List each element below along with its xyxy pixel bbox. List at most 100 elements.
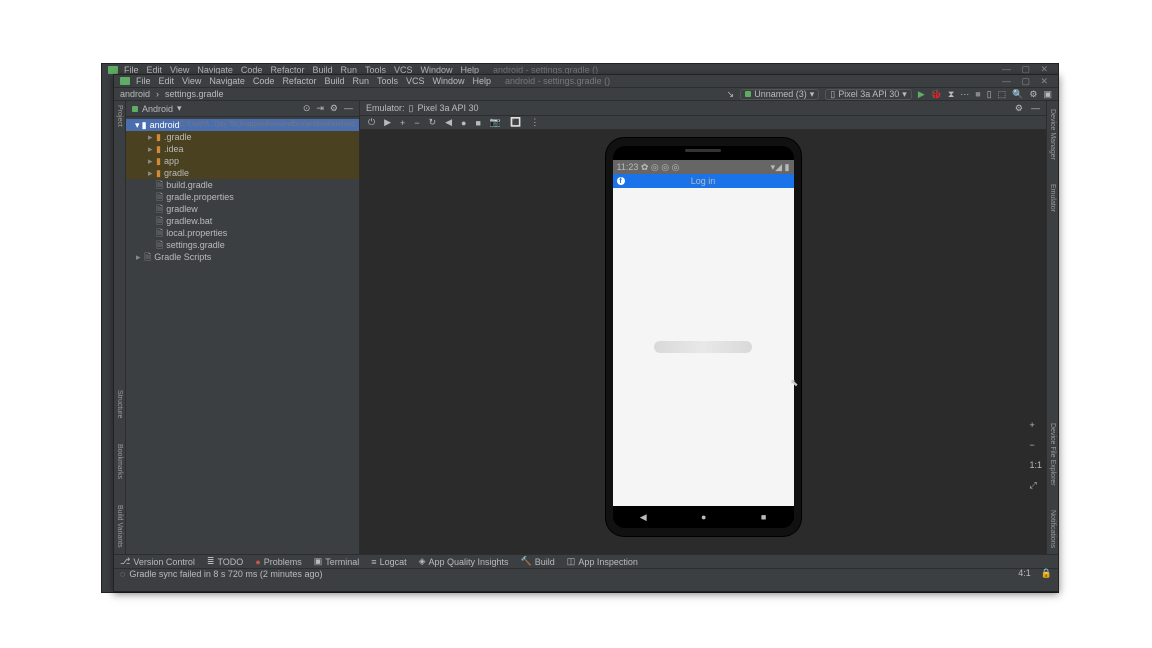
- tree-item-build-gradle[interactable]: 🗎build.gradle: [126, 179, 359, 191]
- emu-tool-0[interactable]: ⏻: [368, 117, 375, 128]
- tree-item-android[interactable]: ▾▮android C:\Users\...Day Tech\appsinfoo…: [126, 119, 359, 131]
- tree-item-Gradle-Scripts[interactable]: ▸🗎Gradle Scripts: [126, 251, 359, 263]
- menu-code[interactable]: Code: [253, 76, 275, 86]
- project-view-label[interactable]: Android: [142, 104, 173, 114]
- search-icon[interactable]: 🔍: [1012, 89, 1023, 100]
- bottom-tab-app-inspection[interactable]: ◫App Inspection: [567, 556, 638, 567]
- menu-vcs[interactable]: VCS: [406, 76, 425, 86]
- tree-item-gradle-properties[interactable]: 🗎gradle.properties: [126, 191, 359, 203]
- window-controls[interactable]: — ▢ ✕: [1002, 76, 1052, 87]
- emulator-tab[interactable]: Emulator: [1049, 184, 1056, 212]
- android-nav-bar[interactable]: ◀ ● ■: [613, 506, 794, 528]
- device-label: Pixel 3a API 30: [838, 89, 899, 99]
- emu-tool-10[interactable]: ⋮: [530, 117, 539, 128]
- phone-screen[interactable]: 11:23 ✿ ◎ ◎ ◎ ▾◢ ▮ f Log in ◀ ●: [613, 146, 794, 528]
- emu-tool-6[interactable]: ●: [461, 118, 466, 128]
- phone-frame: 11:23 ✿ ◎ ◎ ◎ ▾◢ ▮ f Log in ◀ ●: [606, 138, 801, 536]
- project-tool-tab[interactable]: Project: [116, 105, 123, 127]
- project-tree[interactable]: ▾▮android C:\Users\...Day Tech\appsinfoo…: [126, 117, 359, 265]
- project-pane-tools[interactable]: ⊙ ⇥ ⚙ —: [303, 103, 353, 114]
- device-manager-tab[interactable]: Device Manager: [1049, 109, 1056, 160]
- emu-tool-4[interactable]: ↻: [429, 117, 437, 128]
- bottom-tab-terminal[interactable]: ▣Terminal: [314, 556, 360, 567]
- tree-item-settings-gradle[interactable]: 🗎settings.gradle: [126, 239, 359, 251]
- bottom-tab-build[interactable]: 🔨Build: [521, 556, 555, 567]
- menu-build[interactable]: Build: [324, 76, 344, 86]
- avd-icon[interactable]: ▯: [987, 89, 992, 100]
- bottom-tab-app-quality-insights[interactable]: ◈App Quality Insights: [419, 556, 509, 567]
- bottom-tab-version-control[interactable]: ⎇Version Control: [120, 556, 195, 567]
- emulator-tab-tools[interactable]: ⚙—: [1015, 103, 1040, 114]
- breadcrumb-root[interactable]: android: [120, 89, 150, 99]
- profile-icon[interactable]: ⧗: [948, 89, 954, 100]
- chevron-down-icon[interactable]: ▾: [177, 103, 182, 114]
- menubar[interactable]: File Edit View Navigate Code Refactor Build Run…: [136, 76, 491, 86]
- emu-tool-5[interactable]: ◀: [445, 117, 452, 128]
- tree-item-gradle[interactable]: ▸▮gradle: [126, 167, 359, 179]
- menu-file[interactable]: File: [136, 76, 151, 86]
- tree-item--gradle[interactable]: ▸▮.gradle: [126, 131, 359, 143]
- gear-icon[interactable]: ⚙: [1015, 103, 1023, 114]
- emulator-toolbar[interactable]: ⏻ ▶ +−↻ ◀ ● ■ 📷 🔳 ⋮: [360, 116, 1046, 130]
- bookmarks-tool-tab[interactable]: Bookmarks: [116, 444, 123, 479]
- collapse-icon[interactable]: ⇥: [316, 103, 324, 114]
- stop-icon[interactable]: ■: [975, 89, 980, 99]
- profile-sidebar-icon[interactable]: ▣: [1043, 89, 1052, 100]
- caret-position[interactable]: 4:1: [1018, 568, 1031, 579]
- device-file-explorer-tab[interactable]: Device File Explorer: [1049, 423, 1056, 486]
- zoom-in-icon[interactable]: +: [1029, 420, 1042, 430]
- nav-home-icon[interactable]: ●: [701, 512, 706, 522]
- tree-item-gradlew[interactable]: 🗎gradlew: [126, 203, 359, 215]
- emulator-zoom-controls[interactable]: + − 1:1 ⤢: [1029, 420, 1042, 491]
- menu-edit[interactable]: Edit: [159, 76, 175, 86]
- menu-view[interactable]: View: [182, 76, 201, 86]
- emu-tool-3[interactable]: −: [414, 118, 419, 128]
- gear-icon[interactable]: ⚙: [330, 103, 338, 114]
- run-config-selector[interactable]: Unnamed (3)▾: [740, 89, 819, 100]
- tree-item-app[interactable]: ▸▮app: [126, 155, 359, 167]
- menu-refactor[interactable]: Refactor: [282, 76, 316, 86]
- more-icon[interactable]: ⋯: [960, 89, 969, 100]
- tree-item-gradlew-bat[interactable]: 🗎gradlew.bat: [126, 215, 359, 227]
- sync-icon[interactable]: ↘: [727, 89, 735, 100]
- menu-help[interactable]: Help: [473, 76, 492, 86]
- settings-icon[interactable]: ⚙: [1029, 89, 1037, 100]
- menu-navigate[interactable]: Navigate: [209, 76, 245, 86]
- emu-tool-1[interactable]: ▶: [384, 117, 391, 128]
- notifications-tab[interactable]: Notifications: [1049, 510, 1056, 548]
- sdk-icon[interactable]: ⬚: [998, 89, 1007, 100]
- bottom-tab-problems[interactable]: ●Problems: [255, 557, 301, 567]
- device-selector[interactable]: ▯Pixel 3a API 30▾: [825, 89, 912, 100]
- emu-tool-2[interactable]: +: [400, 118, 405, 128]
- navigation-toolbar: android › settings.gradle ↘ Unnamed (3)▾…: [114, 87, 1058, 101]
- tree-item--idea[interactable]: ▸▮.idea: [126, 143, 359, 155]
- menu-run[interactable]: Run: [352, 76, 369, 86]
- breadcrumb-file[interactable]: settings.gradle: [165, 89, 224, 99]
- zoom-fit-icon[interactable]: ⤢: [1029, 480, 1042, 491]
- bottom-tab-todo[interactable]: ≣TODO: [207, 556, 243, 567]
- lock-icon[interactable]: 🔒: [1041, 568, 1052, 579]
- tree-item-local-properties[interactable]: 🗎local.properties: [126, 227, 359, 239]
- nav-back-icon[interactable]: ◀: [640, 512, 647, 523]
- structure-tool-tab[interactable]: Structure: [116, 390, 123, 418]
- zoom-out-icon[interactable]: −: [1029, 440, 1042, 450]
- hide-icon[interactable]: —: [1031, 103, 1040, 114]
- target-icon[interactable]: ⊙: [303, 103, 311, 114]
- emu-tool-9[interactable]: 🔳: [510, 117, 521, 128]
- app-toolbar[interactable]: f Log in: [613, 174, 794, 188]
- bottom-tab-logcat[interactable]: ≡Logcat: [371, 557, 406, 567]
- bottom-tool-bar[interactable]: ⎇Version Control ≣TODO ●Problems ▣Terminal ≡…: [114, 554, 1058, 568]
- build-variants-tool-tab[interactable]: Build Variants: [116, 505, 123, 548]
- zoom-actual-icon[interactable]: 1:1: [1029, 460, 1042, 470]
- debug-icon[interactable]: 🐞: [931, 89, 942, 100]
- nav-recent-icon[interactable]: ■: [761, 512, 766, 522]
- run-icon[interactable]: ▶: [918, 89, 925, 100]
- menu-tools[interactable]: Tools: [377, 76, 398, 86]
- folder-icon: ▮: [156, 131, 161, 143]
- menu-window[interactable]: Window: [433, 76, 465, 86]
- emu-tool-8[interactable]: 📷: [490, 117, 501, 128]
- emu-tool-7[interactable]: ■: [475, 118, 480, 128]
- hide-icon[interactable]: —: [344, 103, 353, 114]
- app-content[interactable]: [613, 188, 794, 506]
- android-icon: [745, 91, 751, 97]
